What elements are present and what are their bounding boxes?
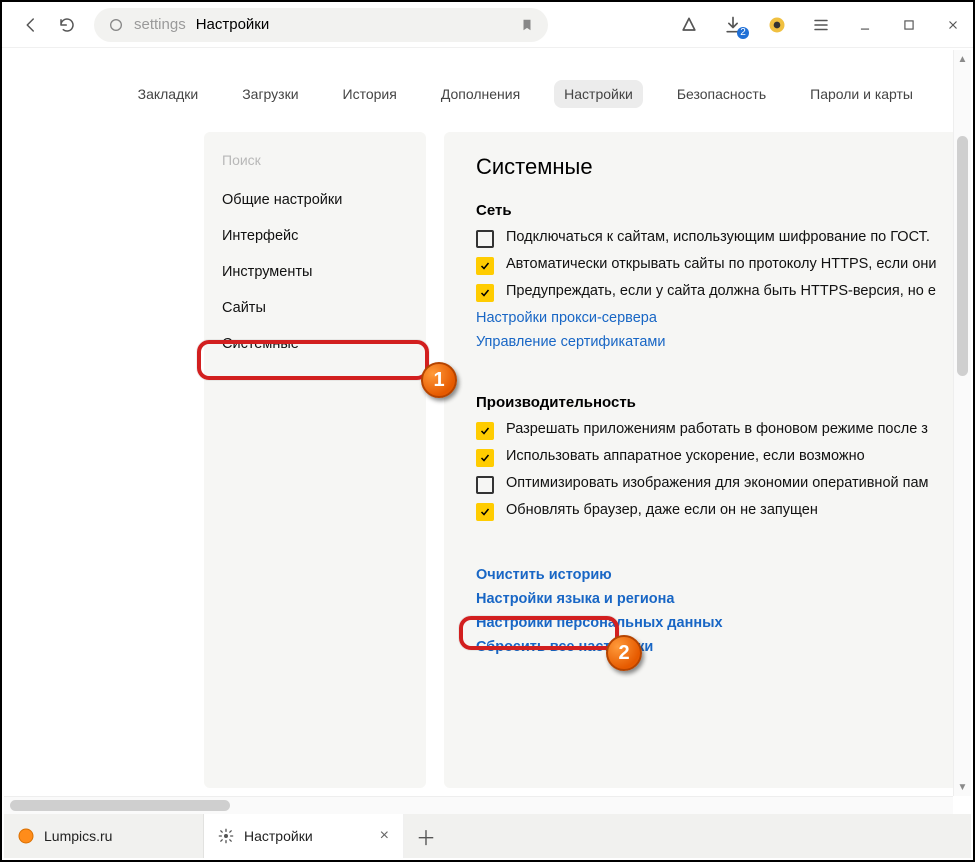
checkbox-row[interactable]: Обновлять браузер, даже если он не запущ… <box>476 502 971 521</box>
settings-main: Системные Сеть Подключаться к сайтам, ис… <box>444 132 971 788</box>
nav-passwords[interactable]: Пароли и карты <box>800 80 923 108</box>
scrollbar-horizontal[interactable] <box>4 796 953 814</box>
downloads-badge: 2 <box>737 27 749 39</box>
link-clear-history[interactable]: Очистить историю <box>476 567 971 583</box>
sidebar-item-general[interactable]: Общие настройки <box>204 182 426 218</box>
checkbox-label: Подключаться к сайтам, использующим шифр… <box>506 229 930 245</box>
sidebar-item-sites[interactable]: Сайты <box>204 290 426 326</box>
settings-top-nav: Закладки Загрузки История Дополнения Нас… <box>4 50 971 132</box>
menu-button[interactable] <box>811 15 831 35</box>
checkbox-row[interactable]: Разрешать приложениям работать в фоновом… <box>476 421 971 440</box>
extension-icon[interactable] <box>767 15 787 35</box>
checkbox[interactable] <box>476 230 494 248</box>
checkbox-row[interactable]: Подключаться к сайтам, использующим шифр… <box>476 229 971 248</box>
checkbox-row[interactable]: Предупреждать, если у сайта должна быть … <box>476 283 971 302</box>
tab-settings[interactable]: Настройки × <box>204 814 404 858</box>
page-title: Системные <box>476 154 971 180</box>
omnibox[interactable]: settings Настройки <box>94 8 548 42</box>
link-proxy-settings[interactable]: Настройки прокси-сервера <box>476 310 971 326</box>
alisa-icon[interactable] <box>679 15 699 35</box>
settings-sidebar: Поиск Общие настройки Интерфейс Инструме… <box>204 132 426 788</box>
omnibox-text: settings Настройки <box>134 16 269 33</box>
scrollbar-vertical[interactable]: ▲ ▼ <box>953 50 971 796</box>
checkbox-row[interactable]: Использовать аппаратное ускорение, если … <box>476 448 971 467</box>
sidebar-item-system[interactable]: Системные <box>204 326 426 362</box>
sidebar-item-tools[interactable]: Инструменты <box>204 254 426 290</box>
yandex-logo-icon <box>108 17 124 33</box>
reload-button[interactable] <box>58 16 76 34</box>
nav-security[interactable]: Безопасность <box>667 80 776 108</box>
tabstrip: Lumpics.ru Настройки × ＋ <box>4 814 971 858</box>
scroll-thumb-vertical[interactable] <box>957 136 968 376</box>
page: Закладки Загрузки История Дополнения Нас… <box>4 50 971 796</box>
link-reset-settings[interactable]: Сбросить все настройки <box>476 639 971 655</box>
tab-label: Настройки <box>244 828 313 844</box>
tab-lumpics[interactable]: Lumpics.ru <box>4 814 204 858</box>
orange-circle-icon <box>18 828 34 844</box>
checkbox-label: Обновлять браузер, даже если он не запущ… <box>506 502 818 518</box>
link-certificates[interactable]: Управление сертификатами <box>476 334 971 350</box>
checkbox[interactable] <box>476 284 494 302</box>
scroll-down-arrow-icon[interactable]: ▼ <box>954 778 971 796</box>
sidebar-item-interface[interactable]: Интерфейс <box>204 218 426 254</box>
omnibox-scheme: settings <box>134 16 186 33</box>
browser-toolbar: settings Настройки 2 <box>2 2 973 48</box>
bookmark-icon[interactable] <box>520 17 534 33</box>
back-button[interactable] <box>22 16 40 34</box>
toolbar-right: 2 <box>679 15 963 35</box>
checkbox[interactable] <box>476 422 494 440</box>
downloads-button[interactable]: 2 <box>723 15 743 35</box>
checkbox[interactable] <box>476 449 494 467</box>
nav-addons[interactable]: Дополнения <box>431 80 530 108</box>
settings-content: Поиск Общие настройки Интерфейс Инструме… <box>4 132 971 788</box>
section-title-performance: Производительность <box>476 394 971 411</box>
omnibox-title: Настройки <box>196 16 270 33</box>
checkbox-label: Разрешать приложениям работать в фоновом… <box>506 421 928 437</box>
checkbox-label: Автоматически открывать сайты по протоко… <box>506 256 936 272</box>
checkbox-label: Оптимизировать изображения для экономии … <box>506 475 929 491</box>
checkbox[interactable] <box>476 503 494 521</box>
window-minimize-button[interactable] <box>855 15 875 35</box>
checkbox-row[interactable]: Автоматически открывать сайты по протоко… <box>476 256 971 275</box>
close-icon[interactable]: × <box>380 828 389 844</box>
window-maximize-button[interactable] <box>899 15 919 35</box>
scroll-thumb-horizontal[interactable] <box>10 800 230 811</box>
checkbox-label: Использовать аппаратное ускорение, если … <box>506 448 865 464</box>
nav-settings[interactable]: Настройки <box>554 80 643 108</box>
checkbox[interactable] <box>476 476 494 494</box>
link-language-region[interactable]: Настройки языка и региона <box>476 591 971 607</box>
nav-downloads[interactable]: Загрузки <box>232 80 308 108</box>
link-personal-data[interactable]: Настройки персональных данных <box>476 615 971 631</box>
checkbox-label: Предупреждать, если у сайта должна быть … <box>506 283 936 299</box>
sidebar-search[interactable]: Поиск <box>204 132 426 182</box>
checkbox[interactable] <box>476 257 494 275</box>
scroll-up-arrow-icon[interactable]: ▲ <box>954 50 971 68</box>
tab-label: Lumpics.ru <box>44 828 112 844</box>
nav-history[interactable]: История <box>333 80 407 108</box>
new-tab-button[interactable]: ＋ <box>404 814 448 858</box>
gear-icon <box>218 828 234 844</box>
checkbox-row[interactable]: Оптимизировать изображения для экономии … <box>476 475 971 494</box>
nav-bookmarks[interactable]: Закладки <box>128 80 209 108</box>
window-close-button[interactable] <box>943 15 963 35</box>
section-title-network: Сеть <box>476 202 971 219</box>
